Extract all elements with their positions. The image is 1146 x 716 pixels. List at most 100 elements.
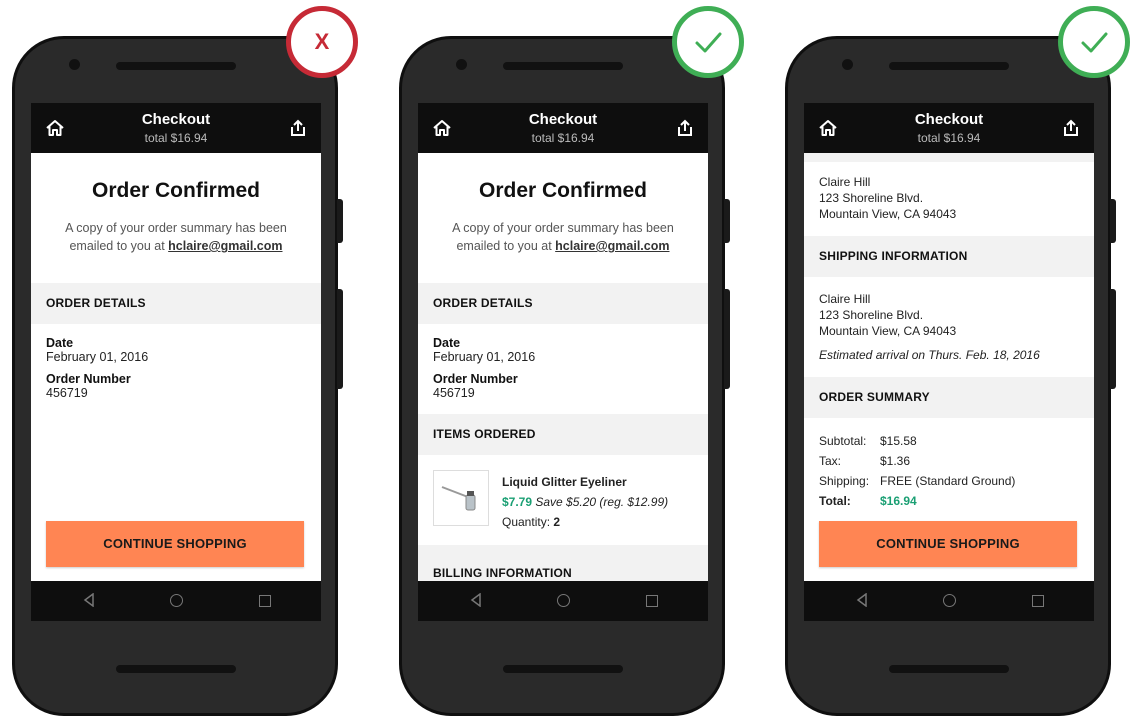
phone-3: Checkout total $16.94 Claire Hill 123 Sh…: [785, 36, 1116, 716]
share-icon[interactable]: [1062, 118, 1080, 138]
order-total: total $16.94: [531, 131, 595, 145]
date-value: February 01, 2016: [433, 350, 536, 364]
confirm-title: Order Confirmed: [91, 179, 261, 202]
section-divider: [804, 153, 1094, 162]
android-nav-bar: [418, 581, 708, 621]
camera: [842, 59, 853, 70]
recent-apps-icon[interactable]: [646, 595, 658, 607]
continue-shopping-button[interactable]: CONTINUE SHOPPING: [46, 521, 304, 567]
shipping-value: FREE (Standard Ground): [880, 474, 1016, 488]
screen: Checkout total $16.94 Order Confirmed A …: [31, 103, 321, 621]
wrong-badge: X: [286, 6, 358, 78]
checkout-content: Order Confirmed A copy of your order sum…: [31, 153, 321, 581]
speaker: [503, 62, 623, 70]
correct-badge: [1058, 6, 1130, 78]
address-line2: Mountain View, CA 94043: [819, 324, 957, 338]
checkmark-icon: [1081, 32, 1108, 53]
order-summary-heading: ORDER SUMMARY: [804, 377, 1094, 418]
confirm-message: A copy of your order summary has been em…: [452, 221, 674, 253]
tax-label: Tax:: [819, 454, 842, 468]
order-number-value: 456719: [433, 386, 475, 400]
order-number-label: Order Number: [433, 372, 518, 386]
back-icon[interactable]: [470, 593, 482, 607]
checkout-content[interactable]: Order Confirmed A copy of your order sum…: [418, 153, 708, 581]
item-price: $7.79: [502, 495, 533, 509]
order-number-label: Order Number: [46, 372, 131, 386]
power-button: [724, 289, 730, 389]
shipping-address: Claire Hill 123 Shoreline Blvd. Mountain…: [804, 277, 1094, 377]
volume-button: [724, 199, 730, 243]
recent-apps-icon[interactable]: [259, 595, 271, 607]
volume-button: [1110, 199, 1116, 243]
order-total: total $16.94: [144, 131, 208, 145]
date-value: February 01, 2016: [46, 350, 149, 364]
android-nav-bar: [31, 581, 321, 621]
recent-apps-icon[interactable]: [1032, 595, 1044, 607]
share-icon[interactable]: [289, 118, 307, 138]
confirm-title: Order Confirmed: [478, 179, 648, 202]
total-label: Total:: [819, 494, 851, 508]
item-name: Liquid Glitter Eyeliner: [502, 475, 627, 489]
speaker: [116, 62, 236, 70]
address-name: Claire Hill: [819, 175, 871, 189]
checkout-topbar: Checkout total $16.94: [804, 103, 1094, 153]
volume-button: [337, 199, 343, 243]
nav-home-icon[interactable]: [170, 594, 183, 607]
checkmark-icon: [695, 32, 722, 53]
address-name: Claire Hill: [819, 292, 871, 306]
order-total: total $16.94: [917, 131, 981, 145]
android-nav-bar: [804, 581, 1094, 621]
items-ordered-heading: ITEMS ORDERED: [418, 414, 708, 455]
address-line2: Mountain View, CA 94043: [819, 207, 957, 221]
item-savings: Save $5.20 (reg. $12.99): [535, 495, 669, 509]
checkout-topbar: Checkout total $16.94: [418, 103, 708, 153]
confirm-message: A copy of your order summary has been em…: [65, 221, 287, 253]
order-details-heading: ORDER DETAILS: [418, 283, 708, 324]
camera: [69, 59, 80, 70]
order-summary: Subtotal: $15.58 Tax: $1.36 Shipping: FREE …: [804, 418, 1094, 524]
email-link[interactable]: hclaire@gmail.com: [168, 239, 282, 253]
date-label: Date: [46, 336, 74, 350]
eyeliner-icon: [441, 486, 476, 511]
subtotal-value: $15.58: [880, 434, 917, 448]
email-link[interactable]: hclaire@gmail.com: [555, 239, 669, 253]
continue-shopping-button[interactable]: CONTINUE SHOPPING: [819, 521, 1077, 567]
quantity-label: Quantity:: [502, 515, 551, 529]
checkout-content[interactable]: Claire Hill 123 Shoreline Blvd. Mountain…: [804, 153, 1094, 581]
address-line1: 123 Shoreline Blvd.: [819, 191, 924, 205]
tax-value: $1.36: [880, 454, 911, 468]
shipping-label: Shipping:: [819, 474, 870, 488]
order-details: Date February 01, 2016 Order Number 4567…: [418, 324, 708, 414]
shipping-heading: SHIPPING INFORMATION: [804, 236, 1094, 277]
bottom-speaker: [116, 665, 236, 673]
page-title: Checkout: [528, 111, 598, 128]
bottom-speaker: [889, 665, 1009, 673]
share-icon[interactable]: [676, 118, 694, 138]
back-icon[interactable]: [83, 593, 95, 607]
camera: [456, 59, 467, 70]
address-line1: 123 Shoreline Blvd.: [819, 308, 924, 322]
power-button: [337, 289, 343, 389]
order-details-heading: ORDER DETAILS: [31, 283, 321, 324]
screen: Checkout total $16.94 Order Confirmed A …: [418, 103, 708, 621]
power-button: [1110, 289, 1116, 389]
list-item[interactable]: Liquid Glitter Eyeliner $7.79 Save $5.20…: [418, 455, 708, 545]
back-icon[interactable]: [856, 593, 868, 607]
speaker: [889, 62, 1009, 70]
item-info: Liquid Glitter Eyeliner $7.79 Save $5.20…: [502, 472, 668, 532]
bottom-speaker: [503, 665, 623, 673]
page-title: Checkout: [141, 111, 211, 128]
date-label: Date: [433, 336, 461, 350]
phone-1: Checkout total $16.94 Order Confirmed A …: [12, 36, 343, 716]
nav-home-icon[interactable]: [557, 594, 570, 607]
phone-2: Checkout total $16.94 Order Confirmed A …: [399, 36, 730, 716]
screen: Checkout total $16.94 Claire Hill 123 Sh…: [804, 103, 1094, 621]
page-title: Checkout: [914, 111, 984, 128]
total-value: $16.94: [880, 494, 917, 508]
nav-home-icon[interactable]: [943, 594, 956, 607]
billing-heading: BILLING INFORMATION: [418, 545, 708, 581]
correct-badge: [672, 6, 744, 78]
x-icon: X: [314, 29, 330, 54]
quantity-value: 2: [553, 515, 561, 529]
order-details: Date February 01, 2016 Order Number 4567…: [31, 324, 321, 414]
